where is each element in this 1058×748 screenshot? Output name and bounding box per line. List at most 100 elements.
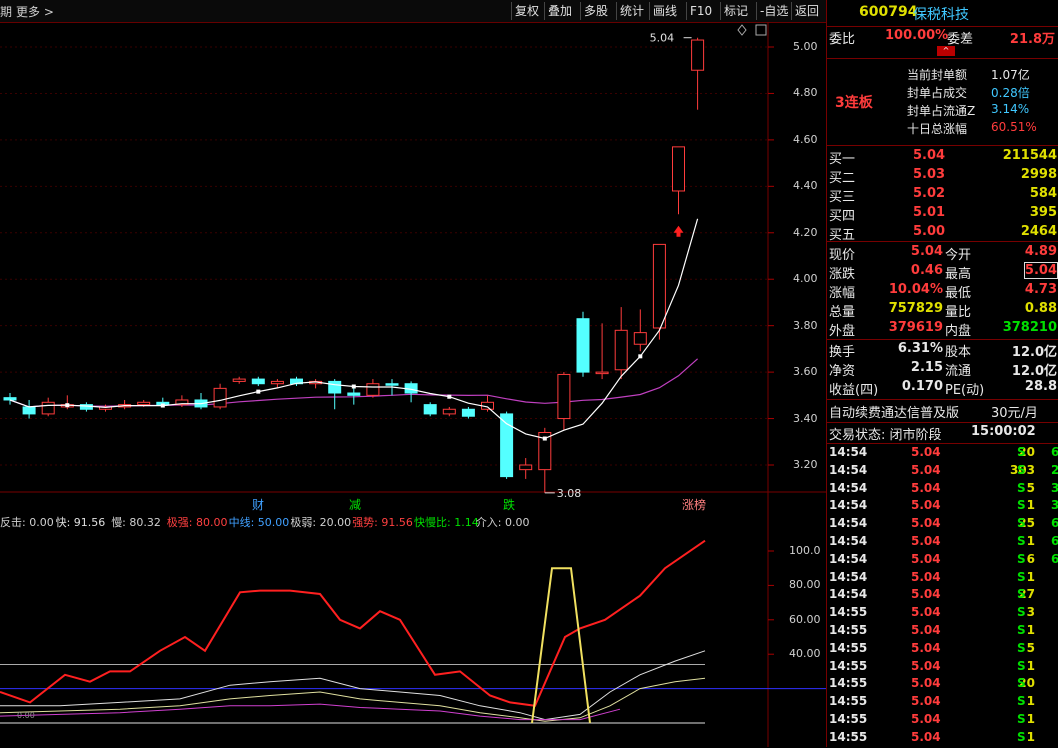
toolbar-button-2[interactable]: 多股: [580, 2, 611, 20]
weibi-row: 委比 100.00% 委差 21.8万: [827, 28, 1058, 47]
tick-volume: 1: [1026, 498, 1035, 513]
quote-row: 涨跌 0.46 最高 5.04: [827, 262, 1058, 282]
tick-side: S: [1017, 551, 1026, 566]
finance-row: 净资 2.15 流通 12.0亿: [827, 360, 1058, 379]
stock-title: 600794 保税科技: [827, 4, 1058, 24]
tick-side: S: [1017, 729, 1026, 744]
legend-item-7: 快慢比: 1.14: [414, 516, 479, 529]
toolbar-button-5[interactable]: F10: [686, 2, 715, 20]
toolbar-button-0[interactable]: 复权: [511, 2, 542, 20]
legend-item-5: 极弱: 20.00: [290, 516, 352, 529]
bid-row[interactable]: 买二 5.03 2998: [827, 167, 1058, 186]
ma-marker: [542, 436, 547, 441]
tick-price: 5.04: [911, 605, 941, 620]
candle-body: [232, 378, 246, 382]
candle-body: [672, 146, 685, 192]
bid-label: 买一: [829, 152, 856, 167]
ad-row[interactable]: 自动续费通达信普及版 30元/月: [827, 402, 1058, 421]
candle-body: [423, 404, 437, 415]
finance-label: 收益(四): [829, 383, 879, 398]
stock-name[interactable]: 保税科技: [913, 4, 969, 24]
candle-body: [328, 380, 342, 394]
tick-price: 5.04: [911, 729, 941, 744]
ma-marker: [65, 403, 70, 408]
tick-side: S: [1017, 640, 1026, 655]
weak-line: [0, 703, 621, 721]
tick-time: 14:54: [829, 569, 868, 584]
collapse-icon[interactable]: ^: [937, 46, 955, 56]
finance-value: 12.0亿: [1011, 345, 1057, 360]
candle: [366, 379, 380, 398]
toolbar-button-8[interactable]: 返回: [791, 2, 822, 20]
tick-time: 14:55: [829, 729, 868, 744]
tick-volume: 5: [1026, 640, 1035, 655]
kline-chart[interactable]: 5.04 3.08 财 减 跌 涨榜 5.00 4.80 4.60 4.40 4.20 4.00 3.…: [0, 22, 826, 747]
toolbar-button-1[interactable]: 叠加: [544, 2, 575, 20]
period-label[interactable]: 期: [0, 3, 12, 20]
quote-value: 5.04: [1023, 262, 1058, 279]
candle: [595, 323, 609, 380]
price-axis-label: 3.60: [793, 365, 818, 379]
diamond-icon[interactable]: [737, 24, 747, 36]
candle-body: [557, 373, 571, 420]
tick-row: 14:54 5.04 25 S 6: [827, 516, 1058, 534]
candle-body: [652, 243, 666, 329]
tick-price: 5.04: [911, 551, 941, 566]
event-marker-2[interactable]: 跌: [503, 497, 515, 512]
bid-price: 5.04: [913, 148, 946, 163]
status-time: 15:00:02: [971, 424, 1036, 439]
tick-volume: 5: [1026, 480, 1035, 495]
tick-volume: 1: [1026, 658, 1035, 673]
candle: [194, 393, 208, 410]
bid-row[interactable]: 买四 5.01 395: [827, 205, 1058, 224]
tick-time: 14:55: [829, 712, 868, 726]
status-row: 交易状态: 闭市阶段 15:00:02: [827, 424, 1058, 443]
bid-row[interactable]: 买三 5.02 584: [827, 186, 1058, 205]
candle-body: [595, 371, 609, 375]
tick-time: 14:54: [829, 534, 868, 548]
bid-row[interactable]: 买一 5.04 211544: [827, 148, 1058, 167]
indicator-axis-label: 40.00: [789, 647, 821, 661]
tick-time: 14:54: [829, 551, 868, 566]
tick-tail: 6: [1051, 445, 1058, 459]
quote-panel: 600794 保税科技 委比 100.00% 委差 21.8万 ^ 3连板 当前…: [826, 0, 1058, 747]
quote-label: 今开: [945, 248, 972, 263]
finance-value: 6.31%: [897, 341, 943, 356]
price-axis-label: 4.20: [793, 225, 818, 239]
window-icon[interactable]: [755, 24, 767, 36]
candle: [557, 372, 571, 431]
tick-price: 5.04: [911, 623, 941, 637]
more-button[interactable]: 更多 >: [16, 3, 54, 20]
tick-row: 14:54 5.04 6 S 6: [827, 552, 1058, 570]
price-axis-label: 4.40: [793, 179, 818, 193]
tick-row: 14:54 5.04 303 S 2: [827, 463, 1058, 481]
toolbar-button-7[interactable]: -自选: [756, 2, 791, 20]
toolbar-button-4[interactable]: 画线: [649, 2, 680, 20]
legend-item-4: 中线: 50.00: [228, 516, 290, 529]
ma-marker: [351, 384, 356, 389]
ad-price[interactable]: 30元/月: [991, 402, 1038, 421]
event-marker-1[interactable]: 减: [349, 498, 361, 512]
candle: [118, 399, 132, 410]
seal-info-row: 封单占成交 0.28倍: [827, 84, 1058, 102]
candle: [3, 393, 17, 405]
tick-tail: 3: [1051, 480, 1058, 495]
tick-volume: 1: [1026, 729, 1035, 744]
tick-row: 14:54 5.04 1 S: [827, 570, 1058, 588]
bid-row[interactable]: 买五 5.00 2464: [827, 224, 1058, 243]
finance-value: 0.170: [901, 379, 943, 394]
candle: [404, 381, 418, 403]
ad-text[interactable]: 自动续费通达信普及版: [829, 402, 959, 421]
candle-body: [385, 383, 399, 386]
quote-value: 379619: [888, 320, 943, 335]
quote-label: 涨幅: [829, 286, 856, 301]
tick-price: 5.04: [911, 445, 941, 459]
high-price-label: 5.04: [650, 32, 675, 45]
toolbar-button-3[interactable]: 统计: [616, 2, 647, 20]
event-marker-0[interactable]: 财: [252, 498, 264, 512]
legend-item-6: 强势: 91.56: [352, 516, 413, 529]
tick-tail: 2: [1051, 462, 1058, 477]
toolbar-button-6[interactable]: 标记: [720, 2, 751, 20]
indicator-bottom-tag: 0.00: [17, 711, 35, 720]
event-marker-3[interactable]: 涨榜: [682, 497, 706, 512]
